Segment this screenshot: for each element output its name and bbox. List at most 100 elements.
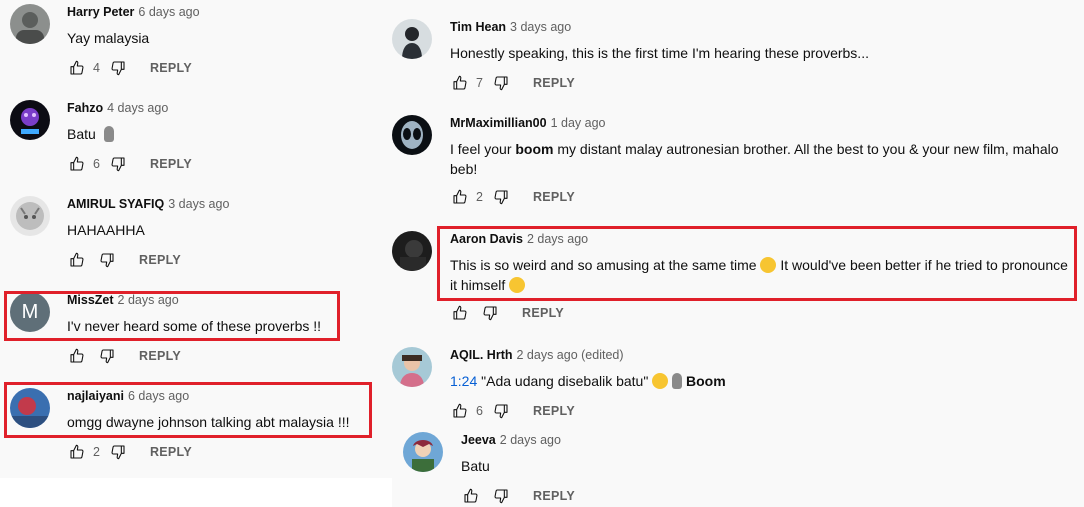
reply-item: Jeeva 2 days ago Batu REPLY [403,428,1063,507]
reply-button[interactable]: REPLY [139,349,181,363]
thumb-down-icon[interactable] [108,442,128,462]
comment-text: HAHAAHHA [67,222,145,238]
comment-author[interactable]: najlaiyani [67,389,124,403]
thumb-up-icon[interactable] [450,73,470,93]
comment-text: Yay malaysia [67,30,150,46]
thumb-down-icon[interactable] [491,486,511,506]
comment-text-part: my distant malay autronesian brother. Al… [553,141,1059,157]
avatar[interactable] [403,432,443,472]
like-count: 6 [476,404,483,418]
comment-text-part: it himself [450,277,506,293]
comment-text: This is so weird and so amusing at the s… [450,255,1075,295]
comment-time[interactable]: 2 days ago [527,232,588,246]
comment-item: Tim Hean 3 days ago Honestly speaking, th… [392,15,1072,105]
avatar[interactable] [10,196,50,236]
comment-text: I'v never heard some of these proverbs !… [67,318,322,334]
thumb-up-icon[interactable] [450,187,470,207]
like-count: 2 [93,445,100,459]
thumb-up-icon[interactable] [450,303,470,323]
avatar[interactable] [392,231,432,271]
reply-button[interactable]: REPLY [150,157,192,171]
comment-time[interactable]: 2 days ago [118,293,179,307]
comment-time[interactable]: 2 days ago (edited) [517,348,624,362]
comment-time[interactable]: 6 days ago [128,389,189,403]
comment-time[interactable]: 3 days ago [510,20,571,34]
laughing-emoji-icon [760,257,777,273]
comment-text: 1:24 "Ada udang disebalik batu" Boom [450,371,726,391]
comment-text-part: beb! [450,161,478,177]
comment-author[interactable]: Jeeva [461,433,496,447]
thumb-down-icon[interactable] [108,58,128,78]
comment-text-part: It would've been better if he tried to p… [776,257,1068,273]
comment-text-part: "Ada udang disebalik batu" [477,373,653,389]
comment-text-bold: boom [515,141,554,157]
comment-author[interactable]: MissZet [67,293,114,307]
reply-button[interactable]: REPLY [533,489,575,503]
comment-text: Batu [461,458,490,474]
thumb-down-icon[interactable] [97,346,117,366]
comment-time[interactable]: 1 day ago [551,116,606,130]
comment-item: AMIRUL SYAFIQ 3 days ago HAHAAHHA REPLY [10,192,380,282]
comment-text: Batu [67,126,96,142]
thumb-down-icon[interactable] [480,303,500,323]
reply-button[interactable]: REPLY [533,190,575,204]
thumb-down-icon[interactable] [491,73,511,93]
comment-item: M MissZet 2 days ago I'v never heard some… [10,288,380,378]
thumb-up-icon[interactable] [450,401,470,421]
avatar[interactable] [10,4,50,44]
comment-text: I feel your boom my distant malay autron… [450,139,1060,179]
reply-button[interactable]: REPLY [533,76,575,90]
stone-emoji-icon [103,126,114,142]
comment-author[interactable]: Harry Peter [67,5,134,19]
comment-author[interactable]: AMIRUL SYAFIQ [67,197,164,211]
avatar[interactable] [392,115,432,155]
thumb-up-icon[interactable] [67,58,87,78]
thumb-down-icon[interactable] [97,250,117,270]
comment-time[interactable]: 3 days ago [168,197,229,211]
comment-text: Honestly speaking, this is the first tim… [450,45,869,61]
thumb-down-icon[interactable] [491,187,511,207]
reply-button[interactable]: REPLY [139,253,181,267]
thumb-up-icon[interactable] [67,250,87,270]
comment-time[interactable]: 4 days ago [107,101,168,115]
comment-item: Aaron Davis 2 days ago This is so weird a… [392,227,1082,337]
thumb-down-icon[interactable] [491,401,511,421]
thumb-up-icon[interactable] [67,346,87,366]
avatar[interactable] [10,388,50,428]
comment-item: AQIL. Hrth 2 days ago (edited) 1:24 "Ada … [392,343,1072,428]
grinning-emoji-icon [652,373,669,389]
comment-author[interactable]: Aaron Davis [450,232,523,246]
like-count: 4 [93,61,100,75]
reply-button[interactable]: REPLY [533,404,575,418]
like-count: 6 [93,157,100,171]
reply-button[interactable]: REPLY [150,61,192,75]
comment-text: omgg dwayne johnson talking abt malaysia… [67,414,350,430]
comment-item: Fahzo 4 days ago Batu 6 REPLY [10,96,380,186]
comment-item: Harry Peter 6 days ago Yay malaysia 4 REP… [10,0,380,90]
comment-time[interactable]: 6 days ago [138,5,199,19]
right-comments-panel: Tim Hean 3 days ago Honestly speaking, th… [392,0,1084,507]
left-comments-panel: Harry Peter 6 days ago Yay malaysia 4 REP… [0,0,392,478]
comment-text-part: I feel your [450,141,516,157]
comment-author[interactable]: MrMaximillian00 [450,116,547,130]
avatar[interactable] [10,100,50,140]
thumb-down-icon[interactable] [108,154,128,174]
thumb-up-icon[interactable] [461,486,481,506]
avatar[interactable] [392,19,432,59]
reply-button[interactable]: REPLY [150,445,192,459]
comment-time[interactable]: 2 days ago [500,433,561,447]
stone-emoji-icon [672,373,683,389]
video-timestamp-link[interactable]: 1:24 [450,373,477,389]
comment-author[interactable]: Fahzo [67,101,103,115]
comment-text-bold: Boom [685,373,726,389]
comment-item: najlaiyani 6 days ago omgg dwayne johnson… [10,384,380,474]
thumb-up-icon[interactable] [67,154,87,174]
laughing-emoji-icon [509,277,526,293]
avatar[interactable] [392,347,432,387]
reply-button[interactable]: REPLY [522,306,564,320]
thumb-up-icon[interactable] [67,442,87,462]
comment-author[interactable]: AQIL. Hrth [450,348,513,362]
avatar[interactable]: M [10,292,50,332]
comment-author[interactable]: Tim Hean [450,20,506,34]
comment-text-part: This is so weird and so amusing at the s… [450,257,757,273]
